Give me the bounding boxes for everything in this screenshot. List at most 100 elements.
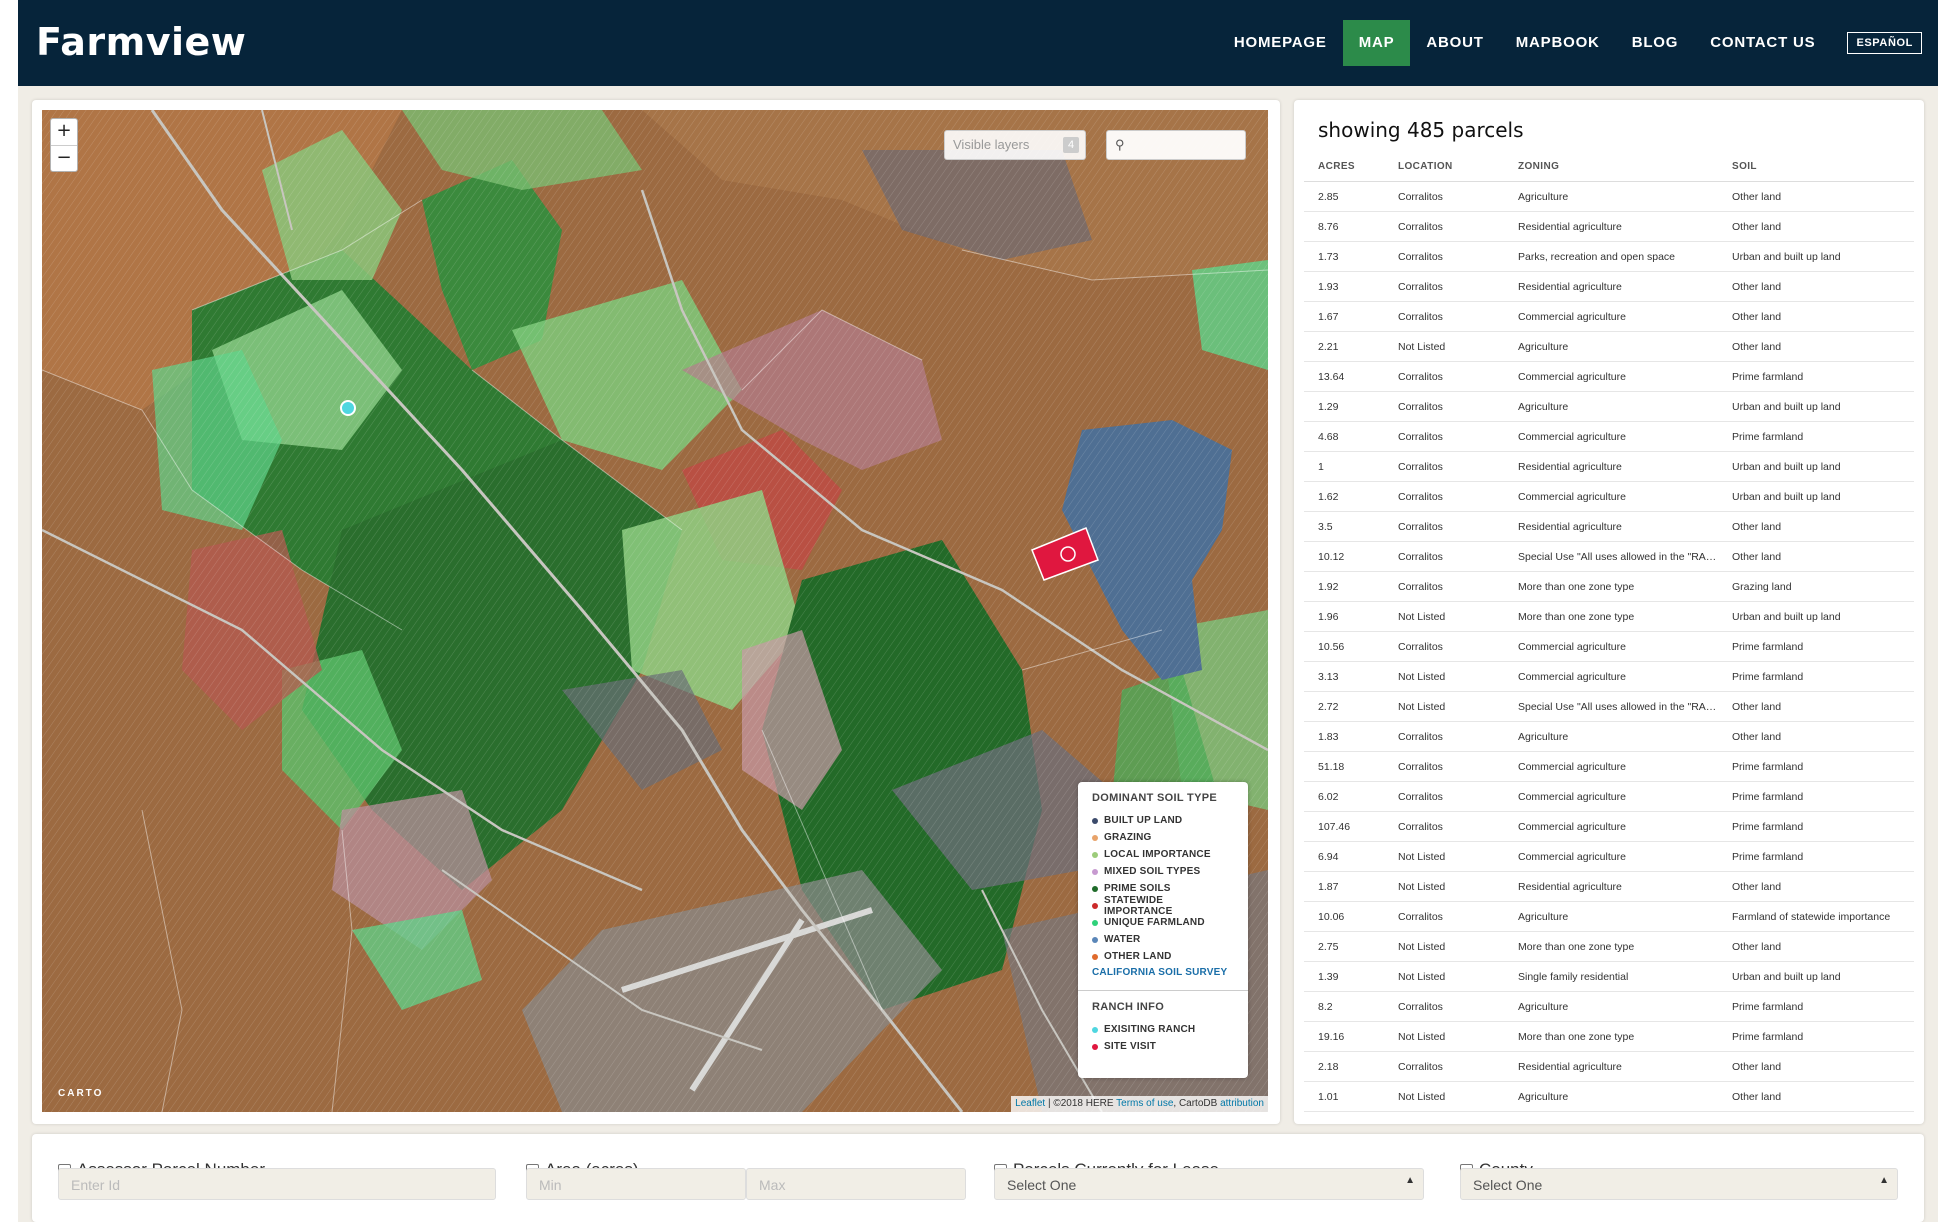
cell-acres: 1.87 xyxy=(1318,880,1339,893)
table-row[interactable]: 1.29 Corralitos Agriculture Urban and built… xyxy=(1304,392,1914,422)
legend-dot xyxy=(1092,919,1098,926)
nav-map[interactable]: MAP xyxy=(1342,20,1411,66)
cell-soil: Other land xyxy=(1732,1090,1782,1103)
table-row[interactable]: 1.62 Corralitos Commercial agriculture Urba… xyxy=(1304,482,1914,512)
nav-contact-us[interactable]: CONTACT US xyxy=(1694,20,1831,66)
cell-location: Corralitos xyxy=(1398,580,1443,593)
column-header-location[interactable]: LOCATION xyxy=(1386,152,1506,181)
table-row[interactable]: 1.39 Not Listed Single family residential U… xyxy=(1304,962,1914,992)
table-row[interactable]: 19.16 Not Listed More than one zone type Pr… xyxy=(1304,1022,1914,1052)
table-row[interactable]: 1.01 Not Listed Agriculture Other land xyxy=(1304,1082,1914,1112)
cell-acres: 6.02 xyxy=(1318,790,1339,803)
map-view[interactable]: + − Visible layers 4 ⚲ DOMINANT SOIL TYP… xyxy=(42,110,1268,1112)
table-row[interactable]: 10.56 Corralitos Commercial agriculture Pri… xyxy=(1304,632,1914,662)
table-row[interactable]: 1 Corralitos Residential agriculture Urban … xyxy=(1304,452,1914,482)
table-row[interactable]: 8.76 Corralitos Residential agriculture Oth… xyxy=(1304,212,1914,242)
legend-dot xyxy=(1092,817,1098,824)
select-arrows-icon: ▲ xyxy=(1879,1175,1889,1186)
parcels-table-card: showing 485 parcels ACRES LOCATION ZONIN… xyxy=(1294,100,1924,1124)
legend-item: GRAZING xyxy=(1092,829,1234,846)
cell-zoning: Parks, recreation and open space xyxy=(1518,250,1676,263)
legend-item: UNIQUE FARMLAND xyxy=(1092,914,1234,931)
cell-location: Corralitos xyxy=(1398,430,1443,443)
cell-soil: Other land xyxy=(1732,550,1782,563)
cell-soil: Prime farmland xyxy=(1732,640,1804,653)
table-row[interactable]: 8.2 Corralitos Agriculture Prime farmland xyxy=(1304,992,1914,1022)
table-row[interactable]: 6.02 Corralitos Commercial agriculture Prim… xyxy=(1304,782,1914,812)
cell-acres: 1.01 xyxy=(1318,1090,1339,1103)
leaflet-link[interactable]: Leaflet xyxy=(1015,1098,1045,1109)
cell-zoning: Commercial agriculture xyxy=(1518,490,1626,503)
cell-soil: Other land xyxy=(1732,940,1782,953)
table-row[interactable]: 107.46 Corralitos Commercial agriculture Pr… xyxy=(1304,812,1914,842)
table-row[interactable]: 1.92 Corralitos More than one zone type Gra… xyxy=(1304,572,1914,602)
attribution-link[interactable]: attribution xyxy=(1220,1098,1264,1109)
california-soil-survey-link[interactable]: CALIFORNIA SOIL SURVEY xyxy=(1092,967,1234,978)
table-row[interactable]: 3.5 Corralitos Residential agriculture Othe… xyxy=(1304,512,1914,542)
nav-homepage[interactable]: HOMEPAGE xyxy=(1218,20,1343,66)
table-row[interactable]: 2.21 Not Listed Agriculture Other land xyxy=(1304,332,1914,362)
terms-of-use-link[interactable]: Terms of use xyxy=(1116,1098,1173,1109)
nav-mapbook[interactable]: MAPBOOK xyxy=(1500,20,1616,66)
table-row[interactable]: 1.83 Corralitos Agriculture Other land xyxy=(1304,722,1914,752)
cell-zoning: Agriculture xyxy=(1518,190,1569,203)
cell-zoning: Commercial agriculture xyxy=(1518,670,1626,683)
county-select[interactable]: Select One ▲ xyxy=(1460,1168,1898,1200)
nav-about[interactable]: ABOUT xyxy=(1410,20,1499,66)
zoom-out-button[interactable]: − xyxy=(51,145,77,171)
cell-zoning: Residential agriculture xyxy=(1518,220,1622,233)
cell-soil: Urban and built up land xyxy=(1732,610,1841,623)
nav-blog[interactable]: BLOG xyxy=(1616,20,1695,66)
map-search-input[interactable]: ⚲ xyxy=(1106,130,1246,160)
table-row[interactable]: 51.18 Corralitos Commercial agriculture Pri… xyxy=(1304,752,1914,782)
column-header-zoning[interactable]: ZONING xyxy=(1506,152,1720,181)
county-select-value: Select One xyxy=(1473,1177,1543,1193)
table-row[interactable]: 6.94 Not Listed Commercial agriculture Prim… xyxy=(1304,842,1914,872)
table-row[interactable]: 2.75 Not Listed More than one zone type Oth… xyxy=(1304,932,1914,962)
table-row[interactable]: 1.96 Not Listed More than one zone type Urb… xyxy=(1304,602,1914,632)
language-toggle-button[interactable]: ESPAÑOL xyxy=(1847,32,1922,54)
table-row[interactable]: 1.67 Corralitos Commercial agriculture Othe… xyxy=(1304,302,1914,332)
table-row[interactable]: 2.72 Not Listed Special Use "All uses allo… xyxy=(1304,692,1914,722)
table-row[interactable]: 10.12 Corralitos Special Use "All uses all… xyxy=(1304,542,1914,572)
cell-acres: 1.92 xyxy=(1318,580,1339,593)
cell-acres: 2.18 xyxy=(1318,1060,1339,1073)
lease-select[interactable]: Select One ▲ xyxy=(994,1168,1424,1200)
brand-logo[interactable]: Farmview xyxy=(36,20,246,64)
cell-location: Not Listed xyxy=(1398,700,1446,713)
cell-acres: 1.29 xyxy=(1318,400,1339,413)
cell-zoning: Special Use "All uses allowed in the "RA… xyxy=(1518,550,1720,563)
select-arrows-icon: ▲ xyxy=(1405,1175,1415,1186)
table-row[interactable]: 4.68 Corralitos Commercial agriculture Prim… xyxy=(1304,422,1914,452)
legend-label: WATER xyxy=(1104,934,1141,945)
apn-input[interactable]: Enter Id xyxy=(58,1168,496,1200)
area-min-input[interactable]: Min xyxy=(526,1168,746,1200)
table-row[interactable]: 2.18 Corralitos Residential agriculture Oth… xyxy=(1304,1052,1914,1082)
cell-acres: 8.76 xyxy=(1318,220,1339,233)
table-row[interactable]: 1.73 Corralitos Parks, recreation and open… xyxy=(1304,242,1914,272)
legend-item: MIXED SOIL TYPES xyxy=(1092,863,1234,880)
carto-logo[interactable]: CARTO xyxy=(58,1088,103,1099)
cell-location: Not Listed xyxy=(1398,850,1446,863)
cell-zoning: Residential agriculture xyxy=(1518,280,1622,293)
legend-label: GRAZING xyxy=(1104,832,1152,843)
column-header-acres[interactable]: ACRES xyxy=(1304,152,1386,181)
table-row[interactable]: 3.13 Not Listed Commercial agriculture Prim… xyxy=(1304,662,1914,692)
cell-zoning: Residential agriculture xyxy=(1518,520,1622,533)
cell-location: Corralitos xyxy=(1398,190,1443,203)
cell-soil: Prime farmland xyxy=(1732,850,1804,863)
table-row[interactable]: 10.06 Corralitos Agriculture Farmland of st… xyxy=(1304,902,1914,932)
cell-acres: 10.12 xyxy=(1318,550,1345,563)
cell-zoning: Agriculture xyxy=(1518,910,1569,923)
visible-layers-dropdown[interactable]: Visible layers 4 xyxy=(944,130,1086,160)
table-row[interactable]: 1.93 Corralitos Residential agriculture Oth… xyxy=(1304,272,1914,302)
legend-label: MIXED SOIL TYPES xyxy=(1104,866,1201,877)
map-attribution: Leaflet | ©2018 HERE Terms of use, Carto… xyxy=(1011,1096,1268,1112)
column-header-soil[interactable]: SOIL xyxy=(1720,152,1914,181)
table-row[interactable]: 1.87 Not Listed Residential agriculture Oth… xyxy=(1304,872,1914,902)
table-row[interactable]: 2.85 Corralitos Agriculture Other land xyxy=(1304,182,1914,212)
area-max-input[interactable]: Max xyxy=(746,1168,966,1200)
cell-zoning: Agriculture xyxy=(1518,730,1569,743)
table-row[interactable]: 13.64 Corralitos Commercial agriculture Pri… xyxy=(1304,362,1914,392)
zoom-in-button[interactable]: + xyxy=(51,119,77,145)
